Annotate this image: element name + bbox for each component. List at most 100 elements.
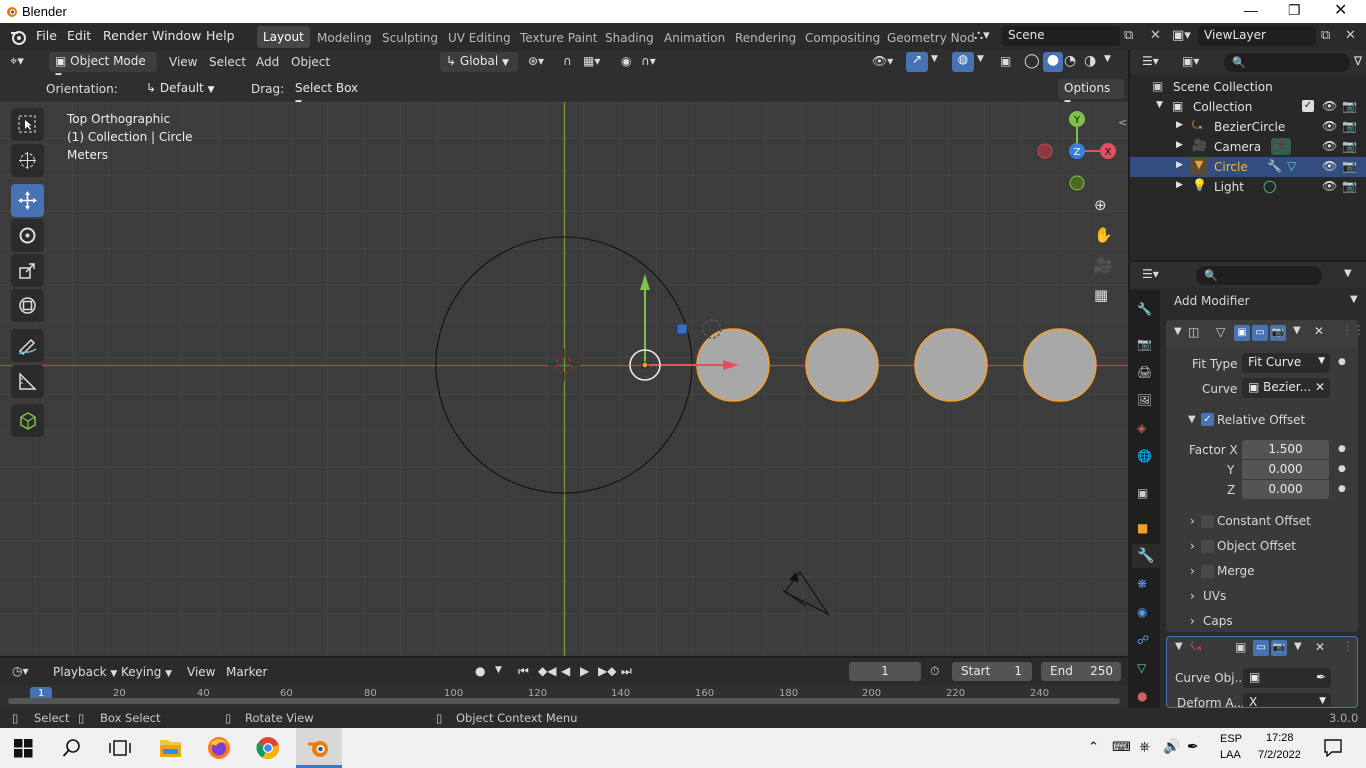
overlay-dropdown-icon[interactable]: ▼ [977, 54, 984, 64]
menu-view[interactable]: View [169, 55, 197, 69]
sidebar-toggle-icon[interactable]: < [1118, 116, 1127, 129]
expand-arrow-icon[interactable]: ▶ [1176, 140, 1183, 150]
add-cube-tool[interactable] [11, 404, 44, 437]
3d-viewport[interactable]: Top Orthographic (1) Collection | Circle… [0, 102, 1128, 656]
physics-tab-icon[interactable]: ◉ [1137, 605, 1153, 621]
tab-rendering[interactable]: Rendering [735, 31, 796, 45]
measure-tool[interactable] [11, 365, 44, 398]
menu-window[interactable]: Window [152, 28, 201, 43]
drag-handle-icon[interactable]: ⋮⋮ [1342, 639, 1357, 653]
tab-texture-paint[interactable]: Texture Paint [520, 31, 597, 45]
mesh-data-icon[interactable]: ▽ [1287, 159, 1296, 173]
menu-object[interactable]: Object [291, 55, 330, 69]
filter-icon[interactable]: ∇ [1354, 54, 1362, 68]
snap-icon[interactable]: ∩ [563, 54, 572, 68]
outliner-search-input[interactable]: 🔍 [1224, 53, 1350, 72]
eye-icon[interactable]: 👁 [1322, 139, 1337, 153]
play-reverse-icon[interactable]: ◀ [561, 664, 570, 678]
auto-keying-icon[interactable]: ● [475, 664, 485, 678]
render-tab-icon[interactable]: 📷 [1137, 337, 1153, 353]
transform-orientation-selector[interactable]: ↳ Global ▼ [440, 52, 518, 72]
pan-hand-icon[interactable]: ✋ [1094, 226, 1116, 248]
blender-taskbar-button[interactable] [296, 728, 342, 768]
modifier-menu-icon[interactable]: ▼ [1294, 641, 1302, 652]
mode-selector[interactable]: ▣ Object Mode ▼ [49, 52, 157, 82]
animate-dot-icon[interactable]: ● [1338, 464, 1346, 474]
menu-marker[interactable]: Marker [226, 665, 267, 679]
outliner-row-camera[interactable]: ▶ 🎥 Camera 🎥 👁 📷 [1130, 137, 1366, 157]
clock-date[interactable]: 7/2/2022 [1258, 749, 1301, 761]
expand-arrow-icon[interactable]: › [1190, 564, 1195, 578]
edit-mode-toggle-icon[interactable]: ▣ [1234, 325, 1250, 341]
menu-playback[interactable]: Playback ▼ [53, 665, 117, 679]
cursor-tool[interactable] [11, 144, 44, 177]
outliner-row-light[interactable]: ▶ 💡 Light ◯ 👁 📷 [1130, 177, 1366, 197]
relative-offset-arrow-icon[interactable]: ▼ [1188, 414, 1196, 425]
menu-edit[interactable]: Edit [67, 28, 91, 43]
viewport-scene[interactable] [0, 102, 1128, 656]
annotate-tool[interactable] [11, 329, 44, 362]
new-scene-icon[interactable]: ⧉ [1124, 28, 1133, 43]
constant-offset-checkbox[interactable] [1201, 515, 1214, 528]
light-data-icon[interactable]: ◯ [1263, 179, 1276, 193]
modifier-tab-icon[interactable]: 🔧 [1132, 544, 1160, 568]
render-camera-icon[interactable]: 📷 [1342, 179, 1357, 193]
language-region[interactable]: LAA [1220, 749, 1241, 761]
tab-geometry-nodes[interactable]: Geometry Nod [887, 31, 975, 45]
windows-start-icon[interactable] [14, 739, 33, 758]
animate-dot-icon[interactable]: ● [1338, 444, 1346, 454]
visibility-icon[interactable]: 👁▾ [872, 54, 893, 68]
output-tab-icon[interactable]: 🖨 [1137, 365, 1153, 381]
tab-modeling[interactable]: Modeling [317, 31, 372, 45]
move-tool[interactable] [11, 184, 44, 217]
exclude-checkbox[interactable]: ✓ [1302, 100, 1314, 112]
jump-keyframe-forward-icon[interactable]: ▶◆ [598, 664, 616, 678]
eye-icon[interactable]: 👁 [1322, 159, 1337, 173]
snap-target-icon[interactable]: ▦▾ [583, 54, 600, 68]
deform-axis-dropdown[interactable]: X ▼ [1243, 693, 1331, 707]
pivot-point-icon[interactable]: ⊛▾ [528, 54, 544, 68]
render-camera-icon[interactable]: 📷 [1342, 139, 1357, 153]
remove-modifier-icon[interactable]: ✕ [1315, 640, 1325, 654]
on-cage-icon[interactable]: ▽ [1216, 325, 1225, 339]
tab-animation[interactable]: Animation [664, 31, 725, 45]
menu-render[interactable]: Render [103, 28, 148, 43]
factor-x-field[interactable]: 1.500 [1242, 440, 1329, 459]
expand-arrow-icon[interactable]: › [1190, 514, 1195, 528]
eye-icon[interactable]: 👁 [1322, 179, 1337, 193]
falloff-icon[interactable]: ∩▾ [641, 54, 656, 68]
uvs-subpanel[interactable]: › UVs [1166, 585, 1358, 609]
transform-tool[interactable] [11, 289, 44, 322]
select-box-tool[interactable] [11, 108, 44, 141]
view-layer-field[interactable]: ViewLayer [1198, 26, 1316, 46]
curve-object-field[interactable]: ▣ ✒ [1243, 668, 1331, 688]
start-frame-field[interactable]: Start 1 [952, 662, 1032, 681]
timeline-ruler[interactable]: 1 20 40 60 80 100 120 140 160 180 200 22… [0, 685, 1128, 708]
material-shading-icon[interactable]: ◔ [1064, 53, 1076, 69]
modifier-menu-icon[interactable]: ▼ [1293, 325, 1301, 336]
eye-icon[interactable]: 👁 [1322, 119, 1337, 133]
wireframe-shading-icon[interactable]: ◯ [1024, 53, 1040, 69]
navigation-gizmo[interactable]: Y X Z [1032, 108, 1122, 198]
jump-start-icon[interactable]: ⏮ [518, 664, 529, 679]
ortho-grid-icon[interactable]: ▦ [1094, 286, 1116, 308]
tool-tab-icon[interactable]: 🔧 [1137, 302, 1153, 318]
timeline-editor-icon[interactable]: ◷▾ [12, 664, 29, 678]
orientation-selector[interactable]: ↳ Default ▼ [140, 79, 238, 99]
object-tab-icon[interactable]: ■ [1137, 521, 1153, 537]
menu-select[interactable]: Select [209, 55, 246, 69]
eyedropper-icon[interactable]: ✒ [1316, 670, 1326, 684]
maximize-icon[interactable]: ❐ [1288, 2, 1301, 19]
camera-view-icon[interactable]: 🎥 [1094, 256, 1116, 278]
properties-options-icon[interactable]: ▼ [1344, 268, 1352, 279]
add-modifier-dropdown[interactable]: Add Modifier ▼ [1166, 290, 1362, 312]
viewport-toggle-icon[interactable]: ▭ [1253, 640, 1269, 656]
options-dropdown[interactable]: Options ▼ [1058, 79, 1124, 109]
gizmo-dropdown-icon[interactable]: ▼ [931, 54, 938, 64]
collection-tab-icon[interactable]: ▣ [1137, 486, 1153, 502]
notifications-icon[interactable] [1324, 739, 1342, 757]
scale-tool[interactable] [11, 254, 44, 287]
world-tab-icon[interactable]: 🌐 [1137, 449, 1153, 465]
expand-arrow-icon[interactable]: ▶ [1176, 180, 1183, 190]
volume-icon[interactable]: 🔊 [1163, 738, 1180, 755]
